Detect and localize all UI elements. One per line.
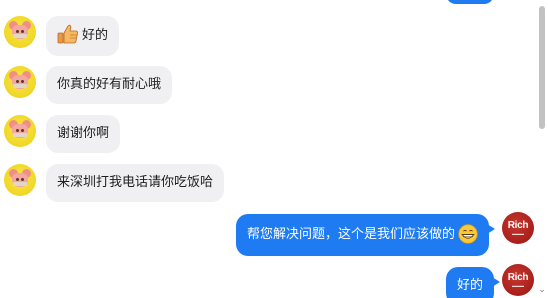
agent-avatar-label: Rich xyxy=(507,220,529,231)
agent-avatar-label: Rich xyxy=(507,272,529,283)
vertical-scrollbar[interactable]: ⌄ xyxy=(536,0,548,298)
outgoing-message-bubble[interactable]: 帮您解决问题，这个是我们应该做的 xyxy=(236,214,496,256)
incoming-message-bubble[interactable]: 来深圳打我电话请你吃饭哈 xyxy=(46,164,225,202)
customer-avatar[interactable] xyxy=(4,164,36,196)
incoming-message-bubble[interactable]: 谢谢你啊 xyxy=(46,115,121,153)
message-text: 好的 xyxy=(457,278,484,293)
message-text: 你真的好有耐心哦 xyxy=(57,77,162,92)
message-row: 好的 Rich ▬▬▬ xyxy=(0,264,534,298)
message-text: 好的 xyxy=(82,28,109,43)
message-text: 来深圳打我电话请你吃饭哈 xyxy=(57,175,214,190)
message-text: 帮您解决问题，这个是我们应该做的 xyxy=(247,227,456,242)
message-text: 谢谢你啊 xyxy=(57,126,110,141)
incoming-message-bubble[interactable]: 好的 xyxy=(46,16,120,56)
message-row: 来深圳打我电话请你吃饭哈 xyxy=(0,164,534,204)
thumbs-up-icon xyxy=(57,24,78,43)
message-row: 帮您解决问题，这个是我们应该做的 Rich ▬▬▬ xyxy=(0,212,534,258)
message-row: 好的 xyxy=(0,14,534,58)
customer-avatar[interactable] xyxy=(4,66,36,98)
chat-message-list[interactable]: 好的 你真的好有耐心哦 谢谢你啊 来深圳打我电话请你吃饭哈 帮您解决问题，这个是… xyxy=(0,0,534,298)
agent-avatar[interactable]: Rich ▬▬▬ xyxy=(502,212,534,244)
message-row: 你真的好有耐心哦 xyxy=(0,66,534,106)
scrollbar-thumb[interactable] xyxy=(539,6,545,129)
customer-avatar[interactable] xyxy=(4,16,36,48)
incoming-message-bubble[interactable]: 你真的好有耐心哦 xyxy=(46,66,173,104)
scroll-down-arrow-icon[interactable]: ⌄ xyxy=(538,286,546,295)
grinning-face-icon xyxy=(458,223,478,244)
customer-avatar[interactable] xyxy=(4,115,36,147)
message-row: 谢谢你啊 xyxy=(0,115,534,155)
agent-avatar[interactable]: Rich ▬▬▬ xyxy=(502,264,534,296)
previous-outgoing-bubble xyxy=(446,0,494,4)
outgoing-message-bubble[interactable]: 好的 xyxy=(446,267,501,298)
